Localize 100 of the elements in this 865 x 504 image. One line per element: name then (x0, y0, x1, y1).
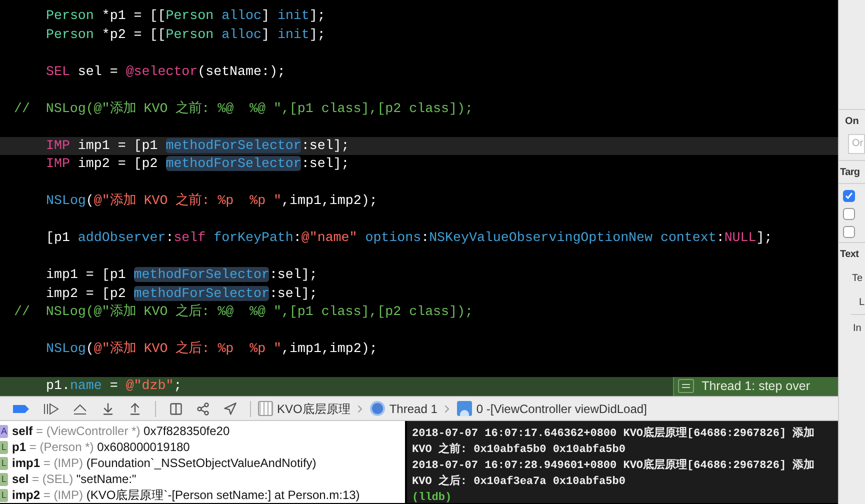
code-token: SEL (46, 64, 70, 78)
variable-row[interactable]: L p1 = (Person *) 0x608000019180 (0, 439, 405, 455)
variable-text: imp2 = (IMP) (KVO底层原理`-[Person setName:] at Person.m:13) (12, 487, 360, 503)
code-token: NSKeyValueObservingOptionNew context (429, 230, 716, 245)
variable-row[interactable]: L sel = (SEL) "setName:" (0, 471, 405, 487)
view-hierarchy-icon[interactable] (169, 402, 183, 416)
code-token: Person (166, 8, 214, 23)
code-comment: // NSLog(@"添加 KVO 之后: %@ %@ ",[p1 class],[p2 class]); (14, 304, 473, 319)
user-icon (457, 401, 472, 416)
section-title: Text (839, 248, 860, 262)
code-token: : (166, 230, 174, 245)
variable-text: self = (ViewController *) 0x7f828350fe20 (12, 423, 230, 439)
code-token: @"dzb" (126, 378, 174, 393)
variable-row[interactable]: A self = (ViewController *) 0x7f828350fe20 (0, 423, 405, 439)
target-checkbox[interactable] (843, 226, 855, 238)
code-token: ,imp1,imp2); (282, 341, 378, 356)
variable-row[interactable]: L imp1 = (IMP) (Foundation`_NSSetObjectValueAndNotify) (0, 455, 405, 471)
code-token: NULL (724, 230, 756, 245)
code-token: ( (86, 193, 94, 208)
code-token: imp2 = [p2 (46, 286, 127, 300)
field-label: Te (851, 272, 864, 286)
console-prompt: (lldb) (412, 491, 453, 503)
code-token: @"添加 KVO 之后: %p %p " (94, 341, 282, 356)
variable-kind-icon: A (0, 424, 8, 438)
code-token: NSLog (46, 193, 86, 208)
variable-kind-icon: L (0, 440, 8, 454)
console-line: 2018-07-07 16:07:28.949601+0800 KVO底层原理[64686:2967826] 添加 (412, 458, 816, 474)
code-token: : (421, 230, 430, 245)
code-token: options (364, 230, 422, 245)
code-token: init (277, 26, 310, 42)
code-token: IMP (46, 156, 70, 171)
field-label: In (852, 322, 862, 336)
code-token: ] (262, 26, 270, 42)
variable-kind-icon: L (0, 488, 8, 502)
variable-row[interactable]: L imp2 = (IMP) (KVO底层原理`-[Person setName:] at Person.m:13) (0, 487, 405, 503)
code-token: ,imp1,imp2); (282, 193, 378, 208)
code-token: ]; (309, 26, 326, 42)
code-token: IMP (46, 138, 70, 152)
code-token: self (174, 230, 206, 245)
code-token: p1. (46, 378, 70, 393)
breakpoint-icon[interactable] (12, 404, 30, 414)
code-token: name (70, 378, 102, 393)
code-token: : (716, 230, 724, 245)
variable-text: sel = (SEL) "setName:" (12, 471, 136, 487)
code-token: methodForSelector (134, 267, 270, 282)
variable-text: p1 = (Person *) 0x608000019180 (12, 439, 190, 455)
breadcrumb-item[interactable]: KVO底层原理 (277, 400, 350, 418)
app-icon (258, 401, 273, 416)
code-token: alloc (220, 8, 262, 23)
target-checkbox[interactable] (843, 190, 855, 202)
code-token: imp1 = [p1 (46, 267, 127, 282)
code-token: @"添加 KVO 之前: %p %p " (94, 193, 282, 208)
code-token: ]; (756, 230, 772, 245)
code-token: : (293, 230, 302, 245)
code-token: (setName:); (198, 64, 286, 78)
code-token: methodForSelector (166, 138, 302, 152)
code-token: ] (262, 8, 270, 23)
code-token: Person (46, 8, 94, 23)
code-token: ]; (309, 8, 326, 23)
code-token: sel = (76, 64, 119, 78)
code-token: :sel]; (269, 267, 318, 282)
code-token: @selector (126, 64, 198, 78)
console-line: KVO 之前: 0x10abfa5b0 0x10abfa5b0 (412, 442, 626, 458)
step-out-icon[interactable] (128, 402, 142, 416)
code-token: imp1 = [p1 (76, 138, 159, 152)
target-checkbox[interactable] (843, 208, 855, 220)
breadcrumb-item[interactable]: Thread 1 (389, 400, 438, 418)
code-token: imp2 = [p2 (76, 156, 159, 171)
step-into-icon[interactable] (101, 402, 115, 416)
code-token: :sel]; (269, 286, 318, 300)
code-token: addObserver (78, 230, 166, 245)
code-comment: // NSLog(@"添加 KVO 之前: %@ %@ ",[p1 class],[p2 class]); (14, 100, 473, 116)
thread-icon (370, 401, 386, 416)
code-token: Person (166, 26, 214, 42)
console-line: 2018-07-07 16:07:17.646362+0800 KVO底层原理[64686:2967826] 添加 (412, 426, 816, 442)
code-token: methodForSelector (134, 286, 270, 300)
step-over-icon[interactable] (72, 402, 88, 414)
code-token: ( (86, 341, 94, 356)
code-token: methodForSelector (166, 156, 302, 171)
code-token: ; (174, 378, 182, 393)
location-icon[interactable] (223, 402, 237, 416)
code-token: NSLog (46, 341, 86, 356)
code-token: :sel]; (301, 138, 350, 152)
section-title: Targ (839, 166, 861, 180)
breadcrumb-item[interactable]: 0 -[ViewController viewDidLoad] (476, 400, 647, 418)
code-token: init (277, 8, 310, 23)
continue-icon[interactable] (43, 402, 59, 414)
code-token: = (108, 378, 119, 393)
code-token: [p1 (46, 230, 71, 245)
step-badge-text: Thread 1: step over (702, 378, 810, 395)
console-line: KVO 之后: 0x10af3ea7a 0x10abfa5b0 (412, 474, 626, 490)
section-title: On (844, 115, 860, 129)
variable-text: imp1 = (IMP) (Foundation`_NSSetObjectValueAndNotify) (12, 455, 316, 471)
list-icon (678, 379, 694, 394)
code-token: @"name" (301, 230, 358, 245)
variable-kind-icon: L (0, 456, 8, 470)
code-token: Person (46, 26, 94, 42)
code-token: :sel]; (301, 156, 350, 171)
variable-kind-icon: L (0, 472, 8, 486)
memory-graph-icon[interactable] (196, 402, 210, 416)
